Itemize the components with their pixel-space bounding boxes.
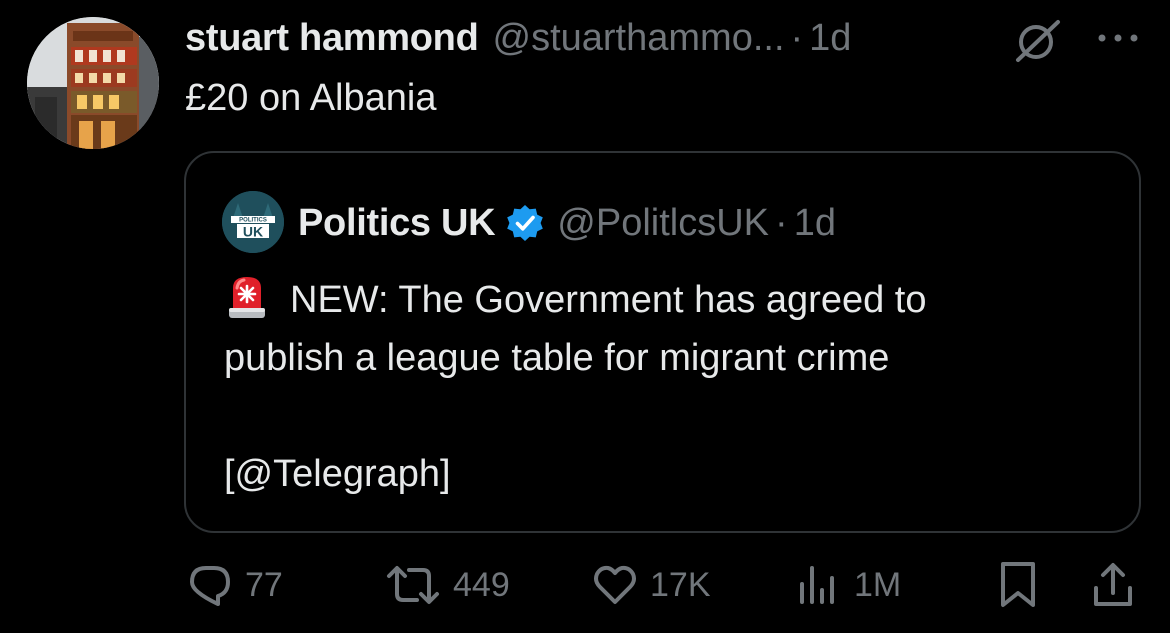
quoted-author-avatar[interactable]: POLITICS UK [222, 191, 284, 253]
like-count: 17K [650, 565, 711, 604]
bookmark-button[interactable] [998, 555, 1038, 615]
tweet-timestamp[interactable]: 1d [809, 12, 851, 64]
like-button[interactable]: 17K [592, 555, 711, 615]
reply-icon [190, 566, 230, 606]
author-handle[interactable]: @stuarthammo... [493, 12, 785, 64]
verified-badge-icon [507, 205, 544, 241]
politics-uk-logo: POLITICS UK [222, 191, 284, 253]
repost-count: 449 [453, 565, 510, 604]
logo-text-bottom: UK [243, 224, 263, 240]
author-avatar[interactable] [27, 17, 159, 149]
quoted-text-line-2: publish a league table for migrant crime [224, 337, 890, 379]
share-icon [1094, 563, 1132, 606]
quoted-author-handle[interactable]: @PolitlcsUK [557, 197, 769, 249]
separator-dot: · [790, 17, 804, 59]
quoted-tweet-header: Politics UK @PolitlcsUK · 1d [298, 197, 836, 249]
reply-count: 77 [245, 565, 283, 604]
avatar-image [27, 17, 159, 149]
more-icon[interactable] [1096, 28, 1140, 48]
quoted-separator-dot: · [775, 202, 788, 244]
share-button[interactable] [1090, 555, 1136, 615]
quoted-tweet-timestamp[interactable]: 1d [794, 197, 836, 249]
quoted-author-name[interactable]: Politics UK [298, 197, 496, 249]
quoted-tweet-body: NEW: The Government has agreed to publis… [224, 271, 1114, 503]
reply-button[interactable]: 77 [187, 555, 283, 615]
tweet-header: stuart hammond @stuarthammo... · 1d [185, 12, 851, 64]
quoted-text-line-3: [@Telegraph] [224, 453, 451, 495]
view-count: 1M [854, 565, 902, 604]
heart-icon [594, 565, 636, 604]
tweet-action-bar: 77 449 17K 1M [0, 555, 1170, 615]
quoted-text-line-1: NEW: The Government has agreed to [224, 271, 1114, 329]
repost-button[interactable]: 449 [385, 555, 510, 615]
bookmark-icon [1001, 562, 1035, 607]
author-name[interactable]: stuart hammond [185, 12, 479, 64]
siren-emoji-icon [229, 277, 265, 318]
tweet-text: £20 on Albania [185, 77, 437, 119]
views-button[interactable]: 1M [796, 555, 901, 615]
quoted-text-line-1-text: NEW: The Government has agreed to [290, 279, 927, 321]
views-chart-icon [800, 566, 834, 604]
quoted-text-spacer [224, 387, 1114, 445]
repost-icon [387, 566, 439, 604]
quoted-tweet-card[interactable]: POLITICS UK Politics UK @PolitlcsUK · 1d… [184, 151, 1141, 533]
grok-icon[interactable] [1012, 18, 1064, 64]
